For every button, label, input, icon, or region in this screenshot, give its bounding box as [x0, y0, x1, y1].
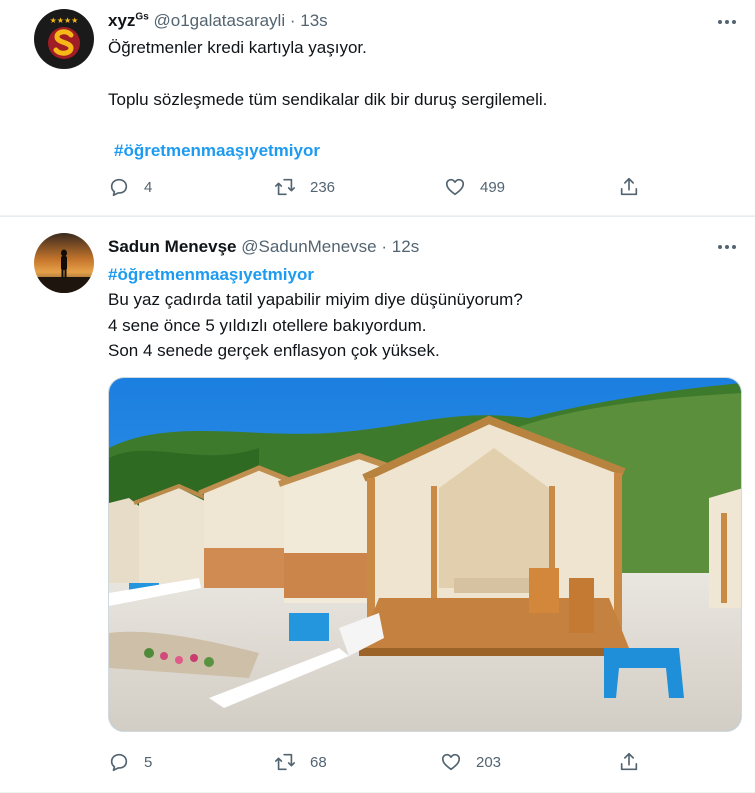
avatar[interactable]	[34, 233, 94, 293]
timestamp[interactable]: 12s	[392, 237, 419, 256]
display-name[interactable]: Sadun Menevşe	[108, 237, 237, 256]
reply-icon	[110, 178, 128, 197]
like-count: 203	[476, 753, 502, 771]
tweet-media-photo[interactable]	[108, 377, 742, 732]
tweet-text-line: Öğretmenler kredi kartıyla yaşıyor.	[108, 38, 367, 57]
retweet-button[interactable]: 68	[274, 751, 327, 773]
like-button[interactable]: 499	[444, 176, 505, 198]
galatasaray-logo-avatar: ★★★★	[34, 9, 94, 69]
reply-icon	[110, 753, 128, 772]
share-button[interactable]	[618, 751, 640, 773]
retweet-button[interactable]: 236	[274, 176, 335, 198]
like-icon	[445, 178, 465, 196]
separator-dot: ·	[289, 11, 296, 30]
tweet[interactable]: Sadun Menevşe @SadunMenevse · 12s #öğret…	[0, 216, 755, 793]
hashtag-link[interactable]: #öğretmenmaaşıyetmiyor	[114, 138, 320, 163]
tweet-text-line: Son 4 senede gerçek enflasyon çok yüksek…	[108, 341, 440, 360]
tweet-actions: 4 236 499	[108, 176, 648, 202]
hashtag-link[interactable]: #öğretmenmaaşıyetmiyor	[108, 262, 314, 287]
tweet-text-line: Bu yaz çadırda tatil yapabilir miyim diy…	[108, 290, 523, 309]
separator-dot: ·	[381, 237, 388, 256]
display-name[interactable]: xyzGs	[108, 11, 149, 30]
user-handle[interactable]: @SadunMenevse	[241, 237, 376, 256]
reply-button[interactable]: 5	[108, 751, 152, 773]
reply-count: 5	[144, 753, 153, 771]
more-icon[interactable]	[715, 237, 739, 257]
svg-text:★★★★: ★★★★	[50, 16, 79, 25]
tweet[interactable]: ★★★★ xyzGs @o1galatasarayli · 13s Öğretm…	[0, 0, 755, 216]
name-superscript: Gs	[135, 11, 149, 23]
retweet-count: 236	[310, 178, 336, 196]
share-button[interactable]	[618, 176, 640, 198]
reply-count: 4	[144, 178, 153, 196]
user-handle[interactable]: @o1galatasarayli	[154, 11, 286, 30]
share-icon	[620, 752, 638, 771]
retweet-icon	[275, 753, 295, 771]
camping-tents-photo	[109, 378, 741, 731]
timestamp[interactable]: 13s	[300, 11, 327, 30]
retweet-count: 68	[310, 753, 327, 771]
like-button[interactable]: 203	[440, 751, 501, 773]
tweet-actions: 5 68 203	[108, 751, 648, 777]
reply-button[interactable]: 4	[108, 176, 152, 198]
sunset-silhouette-avatar	[34, 233, 94, 293]
like-count: 499	[480, 178, 506, 196]
avatar[interactable]: ★★★★	[34, 9, 94, 69]
tweet-text-line: 4 sene önce 5 yıldızlı otellere bakıyord…	[108, 316, 427, 335]
like-icon	[441, 753, 461, 771]
tweet-header: Sadun Menevşe @SadunMenevse · 12s	[108, 237, 419, 257]
tweet-text-line: Toplu sözleşmede tüm sendikalar dik bir …	[108, 90, 548, 109]
retweet-icon	[275, 178, 295, 196]
tweet-header: xyzGs @o1galatasarayli · 13s	[108, 11, 328, 31]
share-icon	[620, 177, 638, 196]
more-icon[interactable]	[715, 12, 739, 32]
